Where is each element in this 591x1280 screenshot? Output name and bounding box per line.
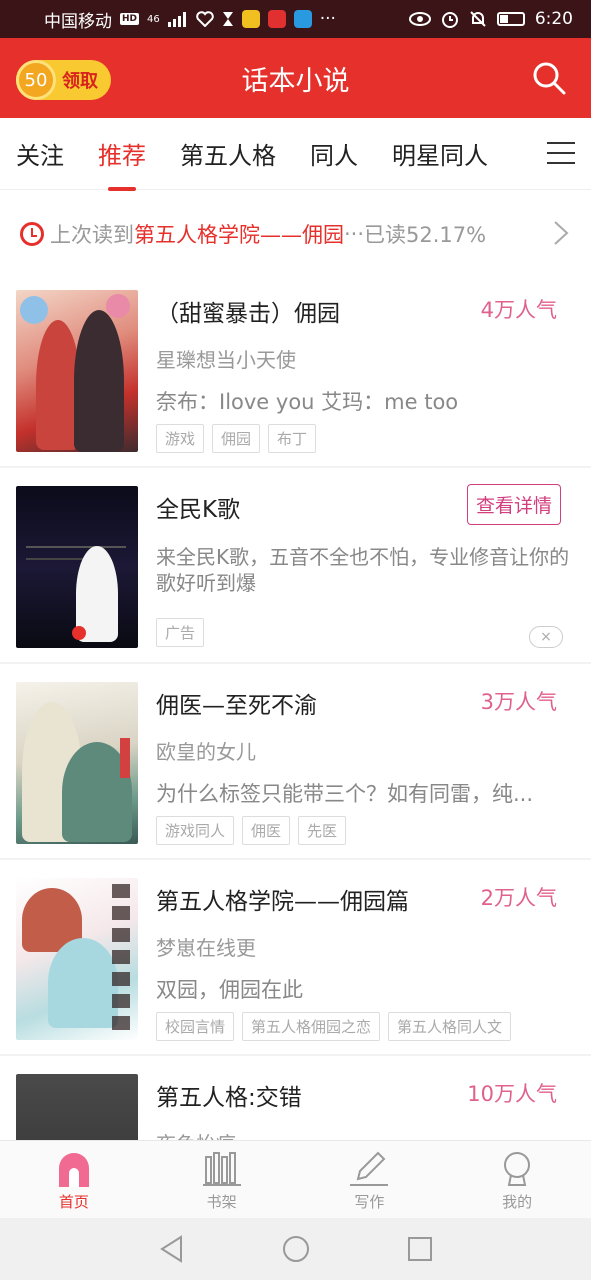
ad-title: 全民K歌 bbox=[156, 497, 241, 523]
tag: 佣园 bbox=[212, 424, 261, 453]
nav-profile-label: 我的 bbox=[502, 1193, 533, 1211]
more-notifications-icon: ··· bbox=[319, 9, 336, 29]
recent-progress: 已读52.17% bbox=[364, 223, 487, 247]
ad-badge: 广告 bbox=[156, 618, 205, 647]
book-list: （甜蜜暴击）佣园 4万人气 星瓅想当小天使 奈布：Ilove you 艾玛：me… bbox=[0, 272, 591, 1140]
menu-icon[interactable] bbox=[547, 142, 575, 166]
book-author: 星瓅想当小天使 bbox=[156, 348, 296, 372]
history-icon bbox=[20, 222, 44, 246]
recent-book-title: 第五人格学院——佣园 bbox=[134, 223, 344, 247]
close-icon[interactable]: × bbox=[529, 626, 563, 648]
app-title: 话本小说 bbox=[241, 65, 350, 97]
category-tabs: 关注 推荐 第五人格 同人 明星同人 bbox=[0, 118, 591, 191]
nav-home[interactable]: 首页 bbox=[0, 1141, 148, 1218]
chevron-right-icon bbox=[554, 221, 569, 245]
pencil-icon bbox=[350, 1151, 389, 1186]
status-bar: 中国移动 HD 46 ··· 6:20 bbox=[0, 0, 591, 38]
list-item[interactable]: 第五人格学院——佣园篇 2万人气 梦崽在线更 双园，佣园在此 校园言情 第五人格… bbox=[0, 860, 591, 1056]
mute-icon bbox=[470, 11, 486, 27]
recent-apps-icon[interactable] bbox=[407, 1236, 433, 1262]
popularity-label: 3万人气 bbox=[480, 690, 557, 714]
tag: 第五人格同人文 bbox=[388, 1012, 512, 1041]
chat-app-icon bbox=[241, 10, 260, 28]
ad-item[interactable]: 全民K歌 查看详情 来全民K歌，五音不全也不怕，专业修音让你的歌好听到爆 广告 … bbox=[0, 468, 591, 664]
claim-label: 领取 bbox=[62, 71, 98, 92]
tab-follow[interactable]: 关注 bbox=[16, 136, 64, 171]
tag: 校园言情 bbox=[156, 1012, 235, 1041]
recent-reading-bar[interactable]: 上次读到 第五人格学院——佣园 ··· 已读52.17% bbox=[0, 196, 591, 272]
popularity-label: 4万人气 bbox=[480, 298, 557, 322]
book-author: 梦崽在线更 bbox=[156, 936, 256, 960]
popularity-label: 10万人气 bbox=[467, 1082, 557, 1106]
tab-celebrity-fanfic[interactable]: 明星同人 bbox=[392, 136, 488, 171]
home-icon bbox=[58, 1153, 89, 1187]
tag: 游戏同人 bbox=[156, 816, 235, 845]
book-tags: 游戏同人 佣医 先医 bbox=[156, 816, 347, 845]
heart-pulse-icon bbox=[196, 11, 214, 27]
carrier-label: 中国移动 bbox=[44, 11, 112, 32]
eye-icon bbox=[408, 12, 431, 26]
ad-image bbox=[16, 486, 138, 648]
hourglass-icon bbox=[222, 12, 233, 26]
book-title: 第五人格学院——佣园篇 bbox=[156, 889, 409, 915]
tag: 布丁 bbox=[268, 424, 317, 453]
clock-label: 6:20 bbox=[534, 9, 573, 29]
list-item[interactable]: 佣医—至死不渝 3万人气 欧皇的女儿 为什么标签只能带三个？如有同雷，纯... … bbox=[0, 664, 591, 860]
hd-icon: HD bbox=[120, 13, 140, 25]
bookshelf-icon bbox=[202, 1152, 241, 1186]
book-cover bbox=[16, 682, 138, 844]
tag: 游戏 bbox=[156, 424, 205, 453]
news-app-icon bbox=[267, 10, 286, 28]
profile-icon bbox=[504, 1152, 531, 1186]
view-details-button[interactable]: 查看详情 bbox=[466, 484, 561, 525]
network-type-label: 46 bbox=[147, 13, 160, 25]
home-circle-icon[interactable] bbox=[282, 1235, 310, 1263]
book-title: （甜蜜暴击）佣园 bbox=[156, 301, 340, 327]
tab-fanfic[interactable]: 同人 bbox=[310, 136, 358, 171]
alarm-icon bbox=[441, 12, 458, 28]
nav-write[interactable]: 写作 bbox=[296, 1141, 444, 1218]
book-description: 为什么标签只能带三个？如有同雷，纯... bbox=[156, 782, 534, 806]
book-title: 佣医—至死不渝 bbox=[156, 693, 317, 719]
ad-description: 来全民K歌，五音不全也不怕，专业修音让你的歌好听到爆 bbox=[156, 545, 570, 595]
signal-icon bbox=[167, 12, 186, 27]
back-icon[interactable] bbox=[159, 1235, 185, 1263]
book-author: 夜色怡痕 bbox=[156, 1128, 236, 1140]
search-icon[interactable] bbox=[531, 60, 567, 96]
recent-prefix: 上次读到 bbox=[50, 223, 134, 247]
app-bar: 50 领取 话本小说 bbox=[0, 38, 591, 118]
nav-profile[interactable]: 我的 bbox=[443, 1141, 591, 1218]
tag: 佣医 bbox=[242, 816, 291, 845]
book-author: 欧皇的女儿 bbox=[156, 740, 256, 764]
book-cover bbox=[16, 1074, 138, 1140]
nav-home-label: 首页 bbox=[58, 1193, 89, 1211]
list-item[interactable]: 第五人格:交错 10万人气 夜色怡痕 bbox=[0, 1056, 591, 1140]
nav-write-label: 写作 bbox=[354, 1193, 385, 1211]
tab-identity-v[interactable]: 第五人格 bbox=[180, 136, 276, 171]
tab-recommend[interactable]: 推荐 bbox=[98, 136, 146, 191]
nav-bookshelf[interactable]: 书架 bbox=[148, 1141, 296, 1218]
telegram-icon bbox=[293, 10, 312, 28]
book-cover bbox=[16, 878, 138, 1040]
book-tags: 游戏 佣园 布丁 bbox=[156, 424, 317, 453]
tag: 先医 bbox=[298, 816, 347, 845]
recent-ellipsis: ··· bbox=[344, 222, 365, 246]
battery-icon bbox=[496, 12, 525, 26]
book-description: 奈布：Ilove you 艾玛：me too bbox=[156, 390, 459, 414]
book-description: 双园，佣园在此 bbox=[156, 978, 303, 1002]
book-cover bbox=[16, 290, 138, 452]
nav-bookshelf-label: 书架 bbox=[206, 1193, 237, 1211]
bottom-nav: 首页 书架 写作 我的 bbox=[0, 1140, 591, 1218]
tag: 第五人格佣园之恋 bbox=[242, 1012, 381, 1041]
claim-coins-button[interactable]: 50 领取 bbox=[16, 60, 111, 100]
system-nav-bar bbox=[0, 1218, 591, 1280]
book-title: 第五人格:交错 bbox=[156, 1085, 302, 1111]
book-tags: 校园言情 第五人格佣园之恋 第五人格同人文 bbox=[156, 1012, 512, 1041]
list-item[interactable]: （甜蜜暴击）佣园 4万人气 星瓅想当小天使 奈布：Ilove you 艾玛：me… bbox=[0, 272, 591, 468]
coin-icon: 50 bbox=[16, 60, 56, 100]
popularity-label: 2万人气 bbox=[480, 886, 557, 910]
